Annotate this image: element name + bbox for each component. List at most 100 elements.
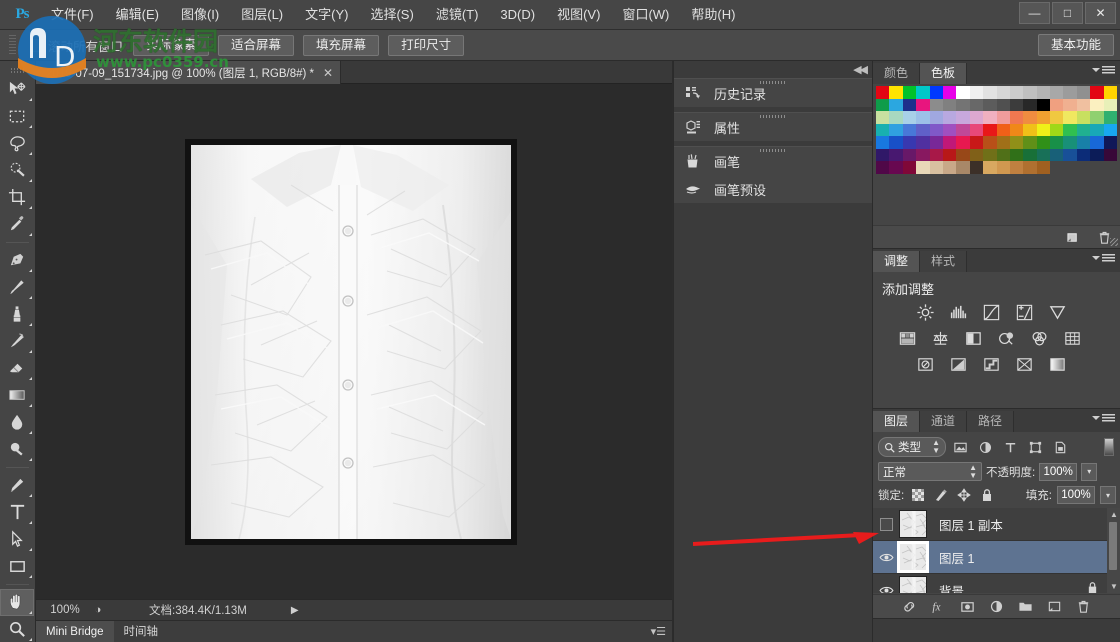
eye-icon[interactable]: [879, 552, 894, 563]
swatch[interactable]: [1037, 86, 1050, 99]
link-layers-icon[interactable]: [902, 599, 917, 614]
rectangular-marquee-tool[interactable]: [0, 103, 34, 130]
channel-mixer-icon[interactable]: [1027, 327, 1051, 349]
swatch[interactable]: [1050, 136, 1063, 149]
swatches-panel-menu-icon[interactable]: [1092, 65, 1115, 76]
swatch[interactable]: [903, 86, 916, 99]
swatch[interactable]: [903, 111, 916, 124]
swatch[interactable]: [1077, 149, 1090, 162]
new-fill-adjustment-icon[interactable]: [989, 599, 1004, 614]
swatch[interactable]: [1104, 136, 1117, 149]
menu-3d[interactable]: 3D(D): [489, 0, 546, 30]
scroll-all-windows-checkbox[interactable]: [30, 39, 43, 52]
swatch[interactable]: [889, 136, 902, 149]
zoom-tool[interactable]: [0, 616, 34, 642]
history-brush-tool[interactable]: [0, 328, 34, 355]
swatch[interactable]: [1063, 149, 1076, 162]
spot-healing-brush-tool[interactable]: [0, 247, 34, 274]
layer-kind-select[interactable]: 类型 ▲▼: [878, 437, 946, 457]
tools-panel-grip[interactable]: [0, 65, 35, 76]
tab-adjustments[interactable]: 调整: [873, 251, 920, 272]
swatch[interactable]: [916, 161, 929, 174]
eye-icon[interactable]: [879, 585, 894, 594]
swatch[interactable]: [916, 99, 929, 112]
menu-filter[interactable]: 滤镜(T): [425, 0, 490, 30]
blend-mode-select[interactable]: 正常 ▲▼: [878, 462, 982, 481]
swatch[interactable]: [876, 136, 889, 149]
swatch[interactable]: [997, 124, 1010, 137]
swatch[interactable]: [956, 86, 969, 99]
swatch[interactable]: [983, 161, 996, 174]
adjustments-panel-menu-icon[interactable]: [1092, 253, 1115, 264]
invert-icon[interactable]: [913, 353, 937, 375]
hue-saturation-icon[interactable]: [895, 327, 919, 349]
swatch[interactable]: [930, 161, 943, 174]
move-tool[interactable]: [0, 76, 34, 103]
swatch[interactable]: [1077, 124, 1090, 137]
crop-tool[interactable]: [0, 184, 34, 211]
filter-smart-object-icon[interactable]: [1049, 437, 1071, 457]
bottom-dock-menu-icon[interactable]: ▾☰: [651, 625, 666, 638]
blur-tool[interactable]: [0, 409, 34, 436]
swatch[interactable]: [943, 99, 956, 112]
status-menu-arrow-icon[interactable]: ▶: [291, 605, 299, 616]
posterize-icon[interactable]: [946, 353, 970, 375]
tab-mini-bridge[interactable]: Mini Bridge: [36, 621, 114, 642]
lasso-tool[interactable]: [0, 130, 34, 157]
swatch[interactable]: [930, 86, 943, 99]
swatch[interactable]: [930, 149, 943, 162]
swatch[interactable]: [1090, 124, 1103, 137]
fill-screen-button[interactable]: 填充屏幕: [303, 35, 379, 56]
swatch[interactable]: [1063, 124, 1076, 137]
swatch[interactable]: [943, 111, 956, 124]
dock-group-grip[interactable]: [760, 149, 786, 152]
layer-row[interactable]: 图层 1: [873, 541, 1120, 574]
swatch[interactable]: [1037, 124, 1050, 137]
swatch[interactable]: [956, 149, 969, 162]
collapse-panels-icon[interactable]: ◀◀: [853, 63, 866, 76]
document-canvas[interactable]: [186, 140, 516, 544]
layer-row[interactable]: 背景: [873, 574, 1120, 593]
brush-tool[interactable]: [0, 274, 34, 301]
swatch[interactable]: [889, 124, 902, 137]
swatch[interactable]: [983, 111, 996, 124]
swatch[interactable]: [983, 86, 996, 99]
curves-icon[interactable]: [979, 301, 1003, 323]
dodge-tool[interactable]: [0, 436, 34, 463]
swatch[interactable]: [1023, 99, 1036, 112]
swatch[interactable]: [1023, 161, 1036, 174]
levels-icon[interactable]: [946, 301, 970, 323]
fill-stepper[interactable]: ▾: [1100, 486, 1116, 504]
selective-color-icon[interactable]: [1045, 353, 1069, 375]
swatch[interactable]: [943, 124, 956, 137]
hand-tool[interactable]: [0, 589, 34, 616]
swatch[interactable]: [1090, 111, 1103, 124]
swatch[interactable]: [970, 161, 983, 174]
layer-mask-icon[interactable]: [960, 599, 975, 614]
swatch[interactable]: [889, 86, 902, 99]
swatch[interactable]: [956, 124, 969, 137]
workspace-button[interactable]: 基本功能: [1038, 34, 1114, 56]
swatch[interactable]: [889, 111, 902, 124]
swatch[interactable]: [889, 99, 902, 112]
swatch[interactable]: [916, 149, 929, 162]
swatch[interactable]: [930, 124, 943, 137]
swatch[interactable]: [997, 149, 1010, 162]
filter-pixel-icon[interactable]: [949, 437, 971, 457]
swatch[interactable]: [916, 111, 929, 124]
layers-panel-menu-icon[interactable]: [1092, 413, 1115, 424]
layers-scrollbar[interactable]: ▲ ▼: [1107, 508, 1120, 593]
eraser-tool[interactable]: [0, 355, 34, 382]
swatch[interactable]: [1010, 86, 1023, 99]
black-white-icon[interactable]: [961, 327, 985, 349]
actual-pixels-button[interactable]: 实际像素: [133, 35, 209, 56]
swatch[interactable]: [1010, 161, 1023, 174]
swatch[interactable]: [903, 99, 916, 112]
layer-thumbnail[interactable]: [899, 543, 927, 571]
swatch[interactable]: [930, 111, 943, 124]
swatch[interactable]: [997, 161, 1010, 174]
threshold-icon[interactable]: [979, 353, 1003, 375]
vibrance-icon[interactable]: [1045, 301, 1069, 323]
swatch[interactable]: [970, 136, 983, 149]
swatch[interactable]: [956, 161, 969, 174]
